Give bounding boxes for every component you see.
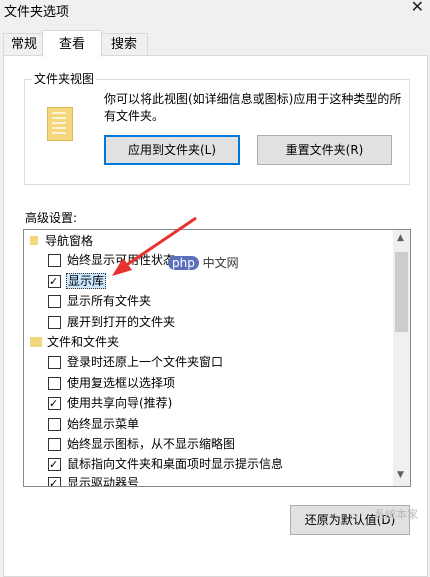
php-watermark-text: 中文网 [202, 256, 239, 270]
php-watermark: php 中文网 [168, 254, 239, 271]
brand-watermark: 系统本家 [374, 508, 418, 521]
tab-view[interactable]: 查看 [42, 30, 102, 57]
php-logo: php [168, 256, 199, 270]
